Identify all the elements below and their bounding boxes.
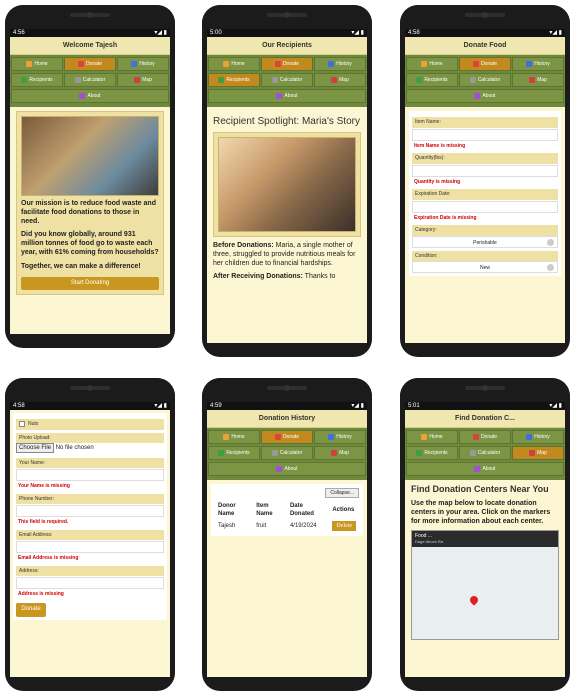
quantity-input[interactable] xyxy=(412,164,558,177)
nav-map[interactable]: Map xyxy=(512,446,564,460)
nav-donate[interactable]: Donate xyxy=(64,57,116,71)
together-text: Together, we can make a difference! xyxy=(21,262,141,270)
condition-select[interactable]: New xyxy=(412,261,558,273)
phone-recipients: 5:00 ▾◢ ▮ Our Recipients Home Donate Hist… xyxy=(202,5,372,357)
nav-map[interactable]: Map xyxy=(314,446,366,460)
nav-history[interactable]: History xyxy=(512,57,564,71)
item-name-input[interactable] xyxy=(412,128,558,141)
mission-card: Our mission is to reduce food waste and … xyxy=(16,111,164,296)
nav-donate[interactable]: Donate xyxy=(261,430,313,444)
map-heading: Find Donation Centers Near You xyxy=(411,484,549,494)
name-input[interactable] xyxy=(16,469,164,482)
address-input[interactable] xyxy=(16,577,164,590)
category-select[interactable]: Perishable xyxy=(412,235,558,248)
delete-button[interactable]: Delete xyxy=(332,520,356,531)
nav-home[interactable]: Home xyxy=(208,57,260,71)
map-marker-icon[interactable] xyxy=(468,594,481,606)
email-input[interactable] xyxy=(16,541,164,554)
chevron-down-icon xyxy=(547,264,554,271)
nav-donate[interactable]: Donate xyxy=(459,57,511,71)
nav-recipients[interactable]: Recipients xyxy=(406,73,458,87)
page-title: Donation History xyxy=(207,410,367,428)
phone-map: 5:01 ▾◢ ▮ Find Donation C... Home Donate … xyxy=(400,378,570,691)
collapse-button[interactable]: Collapse... xyxy=(325,488,359,498)
food-donation-image xyxy=(21,116,159,196)
nav-recipients[interactable]: Recipients xyxy=(11,73,63,87)
history-table: Donor Name Item Name Date Donated Actions T… xyxy=(215,501,359,532)
nav-calculator[interactable]: Calculator xyxy=(459,446,511,460)
nav-history[interactable]: History xyxy=(314,430,366,444)
donate-button[interactable]: Donate xyxy=(16,602,46,617)
nav-history[interactable]: History xyxy=(314,57,366,71)
nav-recipients[interactable]: Recipients xyxy=(208,73,260,87)
nav-home[interactable]: Home xyxy=(11,57,63,71)
phone-input[interactable] xyxy=(16,505,164,518)
table-row: Tajesh fruit 4/19/2024 Delete xyxy=(215,520,359,533)
nav-about[interactable]: About xyxy=(208,89,366,103)
page-title: Welcome Tajesh xyxy=(10,37,170,55)
mission-text: Our mission is to reduce food waste and … xyxy=(21,200,156,226)
phone-home: 4:56 ▾◢ ▮ Welcome Tajesh Home Donate Hist… xyxy=(5,5,175,348)
nav-about[interactable]: About xyxy=(406,89,564,103)
phone-donate-form: 4:58 ▾◢ ▮ Nuts Photo Upload: Choose File … xyxy=(5,378,175,691)
map-view[interactable]: Food ... Dage Above Ra xyxy=(411,529,559,640)
nav-donate[interactable]: Donate xyxy=(261,57,313,71)
nav-donate[interactable]: Donate xyxy=(459,430,511,444)
page-title: Find Donation C... xyxy=(405,410,565,428)
nav-recipients[interactable]: Recipients xyxy=(406,446,458,460)
map-description: Use the map below to locate donation cen… xyxy=(411,499,551,525)
nav-history[interactable]: History xyxy=(512,430,564,444)
nav-history[interactable]: History xyxy=(117,57,169,71)
nav-calculator[interactable]: Calculator xyxy=(459,73,511,87)
nav-calculator[interactable]: Calculator xyxy=(261,73,313,87)
chevron-down-icon xyxy=(547,238,554,246)
nav-bar: Home Donate History Recipients Calculato… xyxy=(10,55,170,107)
nav-map[interactable]: Map xyxy=(117,73,169,87)
photo-upload[interactable]: Choose File No file chosen xyxy=(16,443,164,455)
phone-history: 4:59 ▾◢ ▮ Donation History Home Donate Hi… xyxy=(202,378,372,691)
nav-recipients[interactable]: Recipients xyxy=(208,446,260,460)
nav-calculator[interactable]: Calculator xyxy=(64,73,116,87)
stat-text: Did you know globally, around 931 millio… xyxy=(21,231,159,257)
start-donating-button[interactable]: Start Donating xyxy=(21,276,159,291)
nav-about[interactable]: About xyxy=(208,462,366,476)
nav-about[interactable]: About xyxy=(11,89,169,103)
nav-map[interactable]: Map xyxy=(512,73,564,87)
spotlight-heading: Recipient Spotlight: Maria's Story xyxy=(213,116,360,127)
nav-about[interactable]: About xyxy=(406,462,564,476)
family-image xyxy=(218,137,356,232)
page-title: Our Recipients xyxy=(207,37,367,55)
phone-donate-food: 4:58 ▾◢ ▮ Donate Food Home Donate History… xyxy=(400,5,570,357)
nav-map[interactable]: Map xyxy=(314,73,366,87)
nav-home[interactable]: Home xyxy=(208,430,260,444)
nav-calculator[interactable]: Calculator xyxy=(261,446,313,460)
page-title: Donate Food xyxy=(405,37,565,55)
nav-home[interactable]: Home xyxy=(406,57,458,71)
expiration-date-input[interactable] xyxy=(412,200,558,213)
nav-home[interactable]: Home xyxy=(406,430,458,444)
